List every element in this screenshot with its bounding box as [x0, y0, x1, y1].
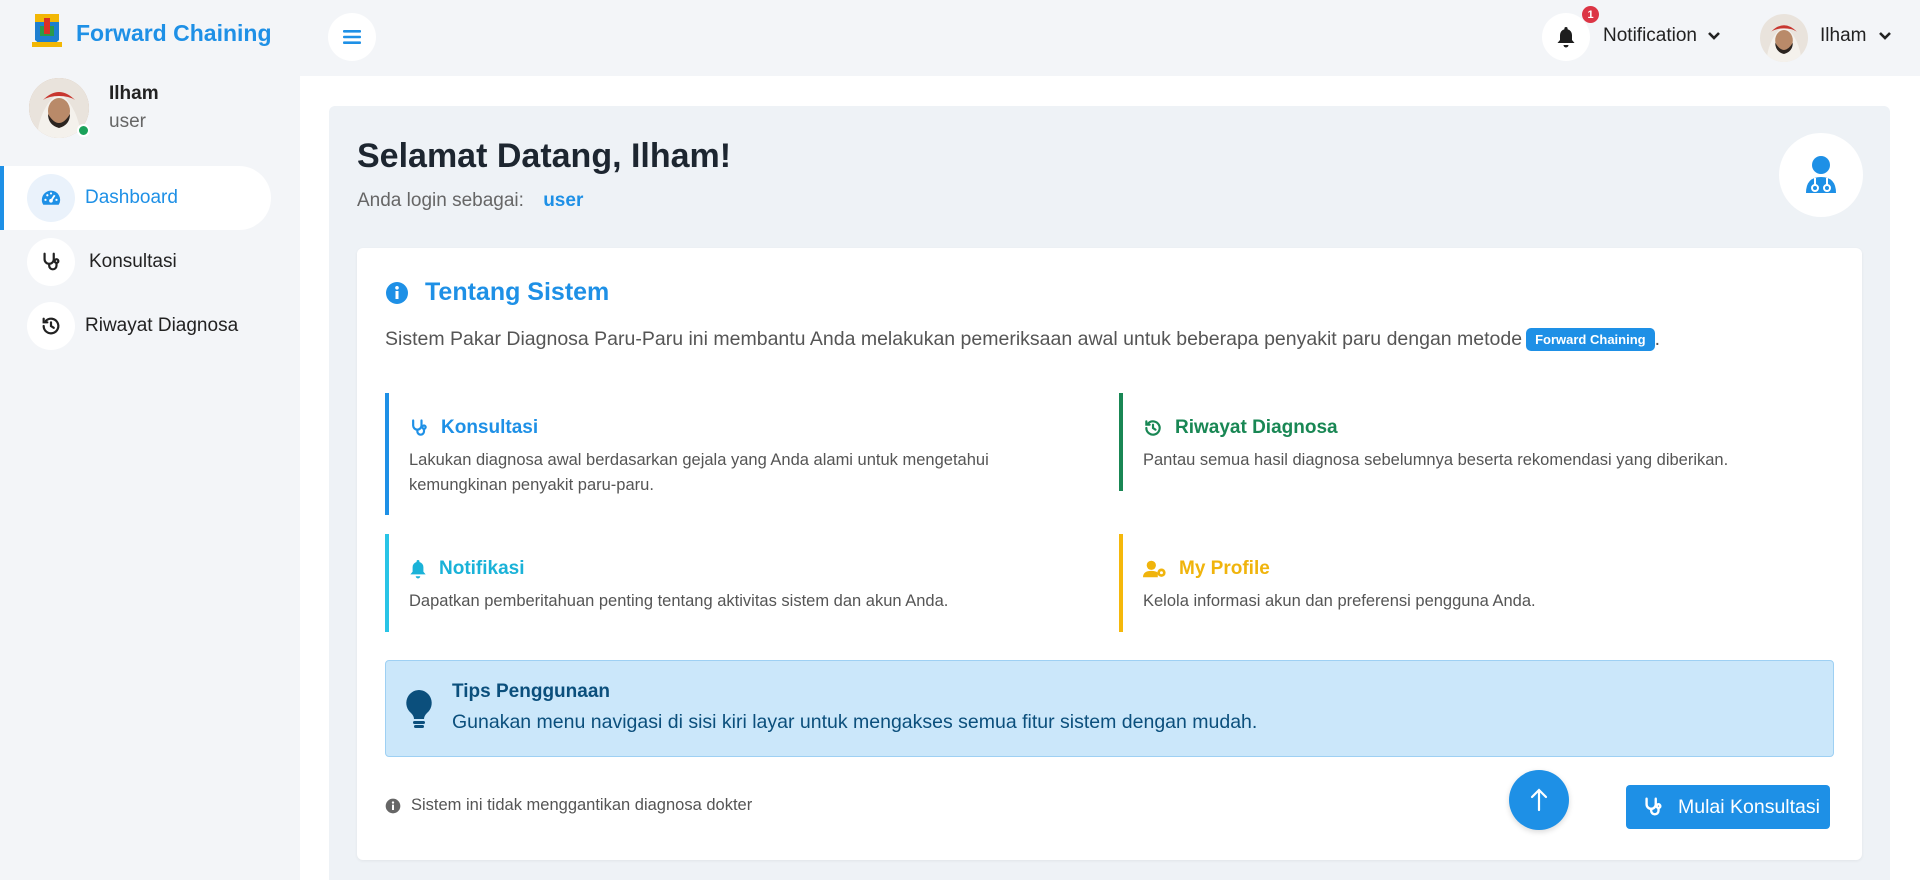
about-title: Tentang Sistem [385, 278, 609, 307]
chevron-down-icon [1708, 32, 1720, 40]
feature-text: Pantau semua hasil diagnosa sebelumnya b… [1143, 451, 1729, 469]
start-consultation-label: Mulai Konsultasi [1678, 795, 1820, 818]
feature-notifikasi: Notifikasi Dapatkan pemberitahuan pentin… [385, 534, 1085, 632]
disclaimer: Sistem ini tidak menggantikan diagnosa d… [385, 796, 752, 815]
notification-count-badge: 1 [1582, 6, 1599, 23]
sidebar-user: Ilham user [29, 78, 159, 138]
about-system-card: Tentang Sistem Sistem Pakar Diagnosa Par… [357, 248, 1862, 860]
feature-konsultasi: Konsultasi Lakukan diagnosa awal berdasa… [385, 393, 1085, 515]
disclaimer-text: Sistem ini tidak menggantikan diagnosa d… [411, 796, 753, 814]
about-description-end: . [1654, 328, 1661, 350]
login-prefix: Anda login sebagai: [357, 190, 524, 211]
hamburger-menu-button[interactable] [328, 13, 376, 61]
login-info: Anda login sebagai: user [357, 190, 583, 212]
info-icon [385, 798, 401, 813]
notification-label: Notification [1603, 25, 1697, 46]
brand[interactable]: Forward Chaining [32, 14, 272, 52]
welcome-panel: Selamat Datang, Ilham! Anda login sebaga… [329, 106, 1890, 880]
feature-title: My Profile [1179, 558, 1270, 579]
stethoscope-icon [412, 419, 427, 436]
sidebar-item-label: Dashboard [85, 187, 178, 208]
sidebar-item-riwayat-diagnosa[interactable]: Riwayat Diagnosa [0, 294, 300, 358]
crest-logo [32, 14, 62, 47]
notification-dropdown[interactable]: Notification [1603, 25, 1721, 47]
sidebar-item-label: Konsultasi [89, 251, 177, 272]
feature-title: Konsultasi [441, 417, 539, 438]
feature-text: Dapatkan pemberitahuan penting tentang a… [409, 592, 949, 610]
page-title: Selamat Datang, Ilham! [357, 137, 732, 175]
gauge-icon [27, 174, 75, 222]
sidebar-item-label: Riwayat Diagnosa [85, 315, 239, 336]
scroll-to-top-button[interactable] [1509, 770, 1569, 830]
method-badge: Forward Chaining [1526, 328, 1655, 351]
sidebar-item-dashboard[interactable]: Dashboard [0, 166, 271, 230]
arrow-up-icon [1530, 788, 1548, 812]
about-description-text: Sistem Pakar Diagnosa Paru-Paru ini memb… [385, 328, 1523, 350]
history-icon [27, 302, 75, 350]
feature-title: Notifikasi [439, 558, 525, 579]
about-title-text: Tentang Sistem [425, 278, 610, 306]
sidebar: Forward Chaining Ilham user Dashboard Ko… [0, 0, 300, 880]
login-role: user [543, 190, 584, 211]
main-content: Selamat Datang, Ilham! Anda login sebaga… [300, 76, 1920, 880]
user-gear-icon [1143, 560, 1166, 578]
chevron-down-icon [1879, 32, 1892, 40]
feature-title: Riwayat Diagnosa [1175, 417, 1338, 438]
sidebar-user-name: Ilham [109, 83, 159, 104]
feature-my-profile: My Profile Kelola informasi akun dan pre… [1119, 534, 1819, 632]
tips-text: Gunakan menu navigasi di sisi kiri layar… [452, 711, 1258, 733]
stethoscope-icon [27, 238, 75, 286]
tips-alert: Tips Penggunaan Gunakan menu navigasi di… [385, 660, 1834, 757]
doctor-icon [1779, 133, 1863, 217]
bell-icon [1557, 27, 1575, 48]
sidebar-nav: Dashboard Konsultasi Riwayat Diagnosa [0, 166, 300, 358]
brand-title: Forward Chaining [76, 19, 272, 46]
bell-icon [410, 560, 426, 579]
feature-text: Kelola informasi akun dan preferensi pen… [1143, 592, 1536, 610]
user-menu-dropdown[interactable]: Ilham [1820, 25, 1892, 47]
sidebar-item-konsultasi[interactable]: Konsultasi [0, 230, 300, 294]
stethoscope-icon [1645, 797, 1662, 816]
info-icon [386, 281, 408, 304]
topbar-avatar[interactable] [1760, 14, 1808, 62]
topbar-user-name: Ilham [1820, 25, 1867, 46]
notification-bell-button[interactable] [1542, 13, 1590, 61]
topbar: 1 Notification Ilham [300, 0, 1920, 76]
history-icon [1145, 420, 1161, 436]
feature-riwayat-diagnosa: Riwayat Diagnosa Pantau semua hasil diag… [1119, 393, 1819, 491]
sidebar-user-role: user [109, 111, 146, 132]
about-description: Sistem Pakar Diagnosa Paru-Paru ini memb… [385, 328, 1660, 351]
avatar [29, 78, 90, 138]
lightbulb-icon [406, 690, 432, 728]
feature-text: Lakukan diagnosa awal berdasarkan gejala… [409, 451, 989, 494]
hamburger-icon [343, 30, 361, 44]
start-consultation-button[interactable]: Mulai Konsultasi [1626, 785, 1830, 829]
tips-title: Tips Penggunaan [452, 681, 611, 702]
online-status-dot [77, 124, 90, 137]
